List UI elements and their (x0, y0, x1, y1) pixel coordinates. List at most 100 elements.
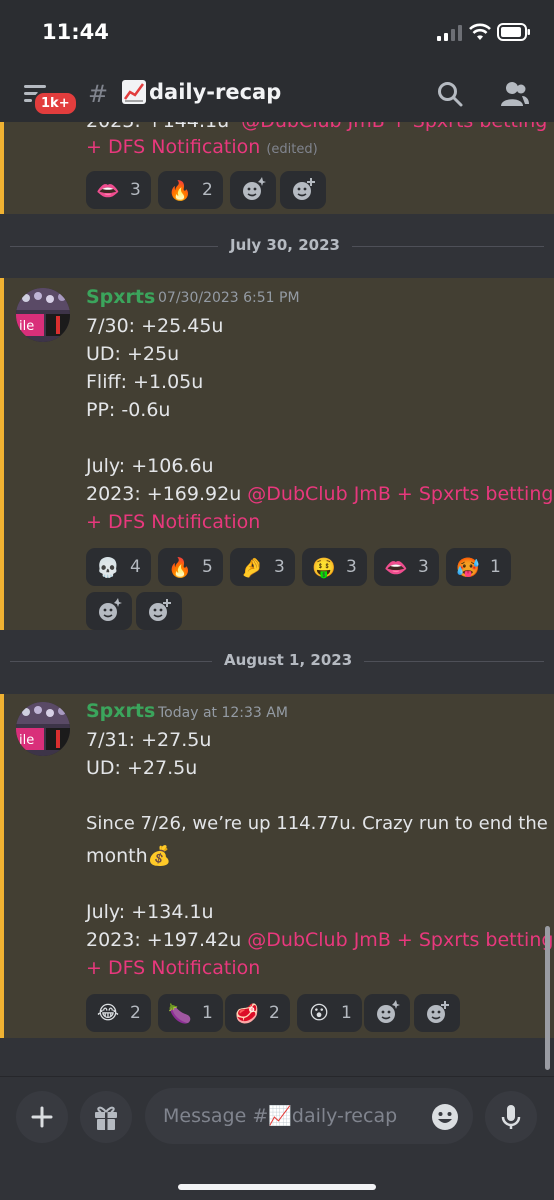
emoji-picker-icon[interactable] (430, 1102, 460, 1132)
mention[interactable]: + DFS Notification (86, 957, 260, 979)
reaction-emoji: 🤌 (240, 556, 264, 579)
super-reaction-icon (243, 177, 266, 200)
reaction-count: 2 (269, 1003, 280, 1023)
add-reaction-icon (149, 599, 171, 621)
cell-signal-icon (437, 25, 462, 41)
reaction-count: 3 (346, 557, 357, 577)
message-line: July: +134.1u (86, 901, 214, 923)
add-super-reaction-button[interactable] (86, 592, 132, 630)
message-input-placeholder: Message #📈daily-recap (163, 1105, 398, 1127)
reaction-chip[interactable]: 🥩 2 (225, 994, 290, 1032)
message-line: month💰 (86, 845, 172, 867)
gift-icon (95, 1106, 117, 1130)
message-list[interactable]: 2023: +144.1u @DubClub JmB + Spxrts bett… (0, 122, 554, 1074)
message-author[interactable]: Spxrts (86, 700, 155, 722)
add-reaction-icon (293, 178, 315, 200)
reaction-emoji: 🔥 (168, 179, 192, 202)
message-line: 2023: +169.92u @DubClub JmB + Spxrts bet… (86, 483, 554, 505)
reaction-count: 4 (130, 557, 141, 577)
svg-text:ile: ile (19, 319, 34, 334)
mention[interactable]: @DubClub JmB + Spxrts betting (241, 122, 547, 132)
reaction-chip[interactable]: 😂 2 (86, 994, 151, 1032)
reaction-emoji: 🤑 (312, 556, 336, 579)
reaction-count: 1 (341, 1003, 352, 1023)
reaction-emoji: 👄 (384, 556, 408, 579)
super-reaction-icon (377, 1000, 400, 1023)
gift-button[interactable] (80, 1091, 132, 1143)
scrollbar[interactable] (545, 926, 550, 1070)
avatar-image: ile (16, 702, 70, 756)
reaction-chip[interactable]: 🍆 1 (158, 994, 223, 1032)
message-line: Fliff: +1.05u (86, 371, 204, 393)
super-reaction-icon (99, 598, 122, 621)
reaction-chip[interactable]: 🔥 5 (158, 548, 223, 586)
avatar[interactable]: ile (16, 702, 70, 756)
microphone-icon (501, 1105, 521, 1129)
add-reaction-button[interactable] (136, 592, 182, 630)
message-line: July: +106.6u (86, 455, 214, 477)
avatar[interactable]: ile (16, 288, 70, 342)
voice-message-button[interactable] (485, 1091, 537, 1143)
message-line: 7/31: +27.5u (86, 729, 212, 751)
reaction-count: 3 (274, 557, 285, 577)
reaction-emoji: 🥩 (235, 1002, 259, 1025)
reaction-emoji: 🔥 (168, 556, 192, 579)
channel-name[interactable]: daily-recap (149, 80, 281, 104)
wifi-icon (469, 23, 491, 40)
message-line: + DFS Notification (edited) (86, 136, 318, 158)
reaction-count: 2 (202, 180, 213, 200)
add-super-reaction-button[interactable] (230, 171, 276, 209)
reaction-chip[interactable]: 🤌 3 (230, 548, 295, 586)
home-indicator[interactable] (178, 1184, 376, 1190)
reaction-chip[interactable]: 🤑 3 (302, 548, 367, 586)
reaction-count: 5 (202, 557, 213, 577)
avatar-image: ile (16, 288, 70, 342)
message-timestamp: 07/30/2023 6:51 PM (158, 290, 300, 306)
chart-increasing-icon (122, 80, 146, 104)
message-author[interactable]: Spxrts (86, 286, 155, 308)
reaction-chip[interactable]: 💀 4 (86, 548, 151, 586)
mention[interactable]: @DubClub JmB + Spxrts betting (247, 929, 553, 951)
message-line: UD: +27.5u (86, 757, 198, 779)
reaction-emoji: 😮 (309, 1002, 329, 1024)
reaction-emoji: 🍆 (168, 1002, 192, 1025)
channel-hash-icon: # (88, 80, 109, 108)
message-line: 2023: +197.42u @DubClub JmB + Spxrts bet… (86, 929, 554, 951)
reaction-count: 3 (418, 557, 429, 577)
mention[interactable]: @DubClub JmB + Spxrts betting (247, 483, 553, 505)
add-reaction-button[interactable] (414, 994, 460, 1032)
add-reaction-button[interactable] (280, 171, 326, 209)
reaction-chip[interactable]: 🔥 2 (158, 171, 223, 209)
mention[interactable]: + DFS Notification (86, 136, 260, 158)
reaction-emoji: 👄 (96, 179, 120, 202)
members-icon[interactable] (498, 80, 530, 108)
reaction-emoji: 💀 (96, 556, 120, 579)
unread-badge: 1k+ (33, 91, 78, 116)
plus-icon (31, 1106, 53, 1128)
reaction-count: 2 (130, 1003, 141, 1023)
battery-icon (497, 23, 530, 41)
reaction-chip[interactable]: 🥵 1 (446, 548, 511, 586)
attach-button[interactable] (16, 1091, 68, 1143)
message-line: UD: +25u (86, 343, 180, 365)
reaction-emoji: 🥵 (456, 556, 480, 579)
reaction-emoji: 😂 (96, 1002, 120, 1024)
search-icon[interactable] (436, 80, 464, 108)
reaction-count: 3 (130, 180, 141, 200)
mention[interactable]: + DFS Notification (86, 511, 260, 533)
message-timestamp: Today at 12:33 AM (158, 705, 288, 721)
reaction-count: 1 (490, 557, 501, 577)
message-line: + DFS Notification (86, 957, 260, 979)
date-divider-label: July 30, 2023 (218, 236, 352, 254)
message-line: 7/30: +25.45u (86, 315, 224, 337)
message-line: Since 7/26, we’re up 114.77u. Crazy run … (86, 813, 548, 834)
message-line: PP: -0.6u (86, 399, 171, 421)
svg-text:ile: ile (19, 733, 34, 748)
message-line: 2023: +144.1u @DubClub JmB + Spxrts bett… (86, 122, 547, 132)
reaction-chip[interactable]: 👄 3 (374, 548, 439, 586)
reaction-chip[interactable]: 😮 1 (297, 994, 362, 1032)
add-super-reaction-button[interactable] (364, 994, 410, 1032)
edited-label: (edited) (266, 142, 318, 157)
message-highlight (0, 694, 554, 1038)
reaction-chip[interactable]: 👄 3 (86, 171, 151, 209)
